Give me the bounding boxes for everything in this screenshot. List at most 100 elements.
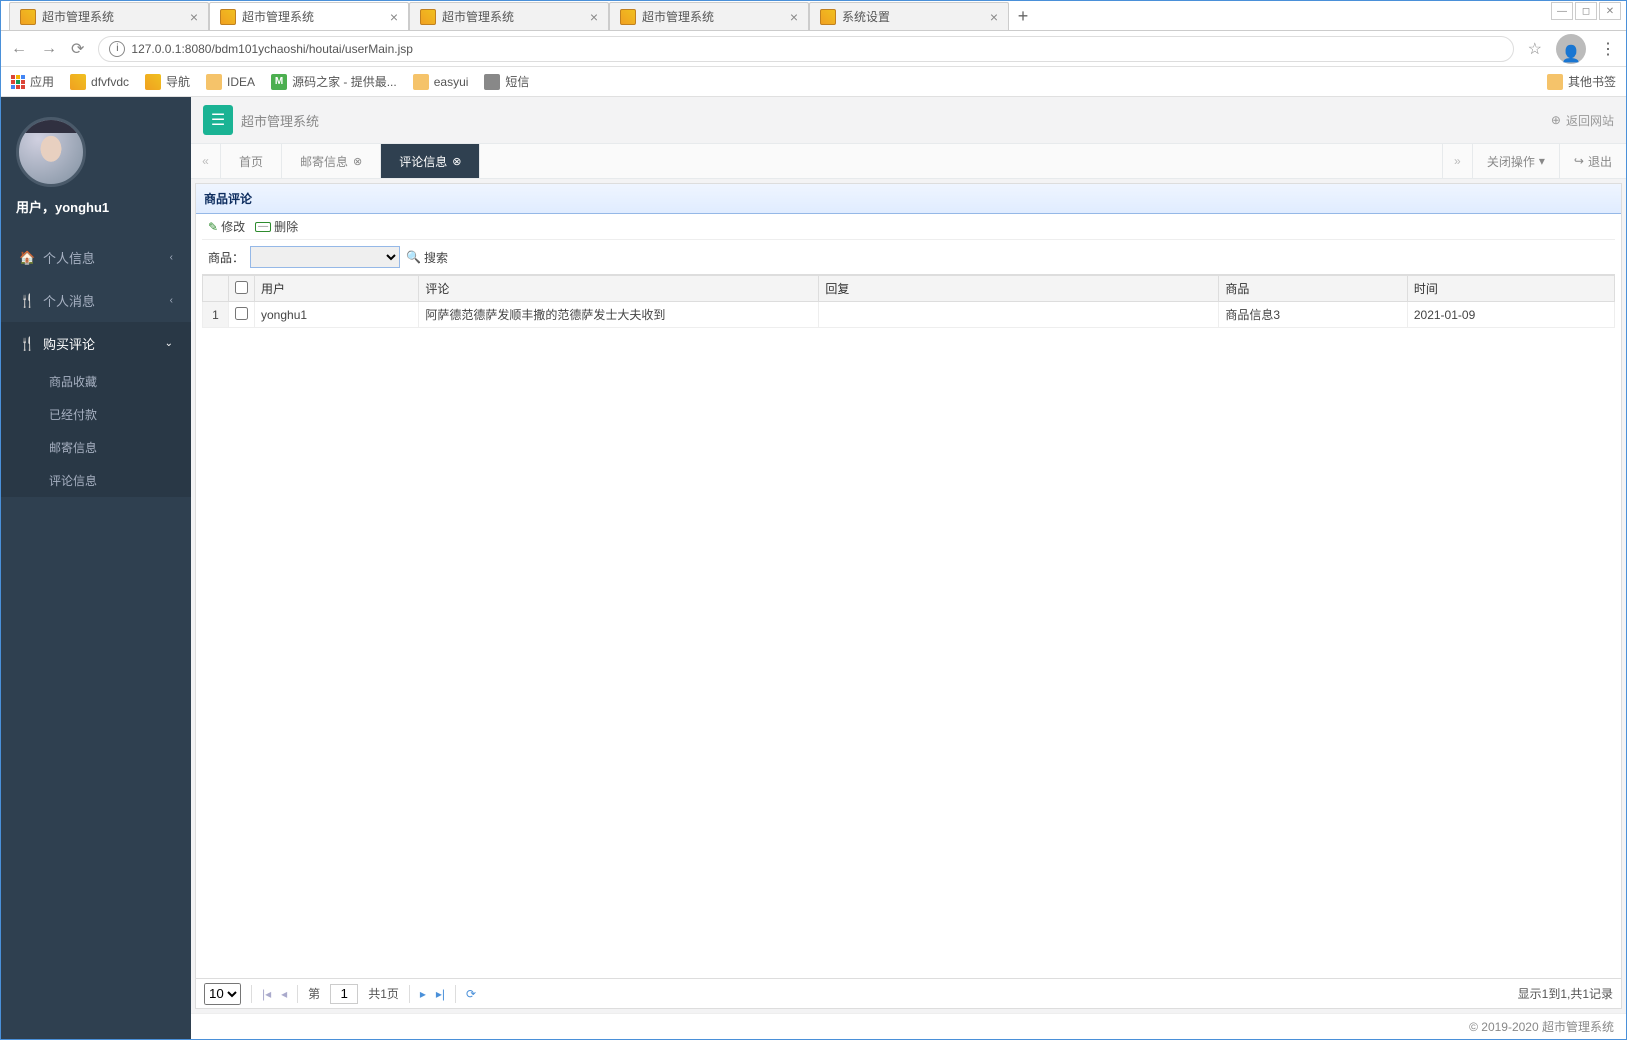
sidebar-toggle-button[interactable]: ☰ [203, 105, 233, 135]
content-tab-shipping[interactable]: 邮寄信息⊗ [282, 144, 381, 178]
close-ops-dropdown[interactable]: 关闭操作 ▾ [1472, 144, 1559, 178]
subnav-favorites[interactable]: 商品收藏 [1, 365, 191, 398]
pager-page-input[interactable] [330, 984, 358, 1004]
bookmark-item[interactable]: IDEA [206, 74, 255, 90]
col-comment[interactable]: 评论 [419, 276, 819, 302]
search-icon: 🔍 [406, 250, 421, 264]
bookmark-item[interactable]: 短信 [484, 73, 529, 90]
tab-scroll-left[interactable]: « [191, 144, 221, 178]
browser-tab[interactable]: 系统设置× [809, 2, 1009, 30]
other-bookmarks[interactable]: 其他书签 [1547, 73, 1616, 90]
apps-grid-icon [11, 75, 25, 89]
delete-button[interactable]: —删除 [255, 218, 298, 235]
pager-page-total: 共1页 [368, 985, 399, 1002]
bookmark-item[interactable]: easyui [413, 74, 469, 90]
cell-rownum: 1 [203, 302, 229, 328]
window-minimize[interactable]: — [1551, 2, 1573, 20]
cell-product: 商品信息3 [1219, 302, 1407, 328]
pager-prev[interactable]: ◂ [281, 987, 287, 1001]
tab-scroll-right[interactable]: » [1442, 144, 1472, 178]
globe-icon: ⊕ [1551, 113, 1561, 127]
col-product[interactable]: 商品 [1219, 276, 1407, 302]
bookmark-item[interactable]: M源码之家 - 提供最... [271, 73, 397, 90]
address-bar[interactable]: i 127.0.0.1:8080/bdm101ychaoshi/houtai/u… [98, 36, 1513, 62]
reload-button[interactable]: ⟳ [71, 39, 84, 59]
new-tab-button[interactable]: + [1009, 2, 1037, 30]
forward-button[interactable]: → [41, 40, 57, 58]
browser-tab[interactable]: 超市管理系统× [9, 2, 209, 30]
row-checkbox[interactable] [235, 307, 248, 320]
content-tab-home[interactable]: 首页 [221, 144, 282, 178]
col-time[interactable]: 时间 [1407, 276, 1614, 302]
product-combo[interactable] [250, 246, 400, 268]
browser-menu-icon[interactable]: ⋮ [1600, 39, 1616, 59]
tab-close-icon[interactable]: × [390, 9, 398, 25]
content-tab-comments[interactable]: 评论信息 ⊗ [381, 144, 480, 178]
tab-label: 评论信息 [399, 153, 447, 170]
pager-last[interactable]: ▸| [436, 987, 445, 1001]
footer-copyright: © 2019-2020 超市管理系统 [191, 1013, 1626, 1039]
select-all-checkbox[interactable] [235, 281, 248, 294]
nav-purchase-comments[interactable]: 🍴购买评论⌄ [1, 322, 191, 365]
tab-title: 超市管理系统 [442, 8, 584, 25]
col-user[interactable]: 用户 [255, 276, 419, 302]
bookmark-label: IDEA [227, 75, 255, 89]
tab-close-icon[interactable]: × [190, 9, 198, 25]
subnav-comments[interactable]: 评论信息 [1, 464, 191, 497]
subnav-label: 已经付款 [49, 406, 97, 423]
cutlery-icon: 🍴 [19, 336, 33, 352]
search-button[interactable]: 🔍搜索 [406, 249, 448, 266]
delete-label: 删除 [274, 218, 298, 235]
bookmark-item[interactable]: dfvfvdc [70, 74, 129, 90]
page-size-select[interactable]: 10 [204, 983, 241, 1005]
tab-close-icon[interactable]: ⊗ [452, 155, 461, 168]
favicon-icon [220, 9, 236, 25]
pager-next[interactable]: ▸ [420, 987, 426, 1001]
folder-icon [206, 74, 222, 90]
subnav-shipping[interactable]: 邮寄信息 [1, 431, 191, 464]
window-close[interactable]: ✕ [1599, 2, 1621, 20]
sidebar: 用户，yonghu1 🏠个人信息‹ 🍴个人消息‹ 🍴购买评论⌄ 商品收藏 已经付… [1, 97, 191, 1039]
col-reply[interactable]: 回复 [819, 276, 1219, 302]
table-row[interactable]: 1 yonghu1 阿萨德范德萨发顺丰撒的范德萨发士大夫收到 商品信息3 202… [203, 302, 1615, 328]
bookmark-label: dfvfvdc [91, 75, 129, 89]
edit-button[interactable]: ✎修改 [208, 218, 245, 235]
close-ops-label: 关闭操作 [1487, 153, 1535, 170]
bookmark-item[interactable]: 导航 [145, 73, 190, 90]
browser-tab-strip: 超市管理系统× 超市管理系统× 超市管理系统× 超市管理系统× 系统设置× + [1, 1, 1626, 31]
bookmark-icon [484, 74, 500, 90]
pager-first[interactable]: |◂ [262, 987, 271, 1001]
logout-button[interactable]: ↪退出 [1559, 144, 1626, 178]
cell-reply [819, 302, 1219, 328]
site-info-icon[interactable]: i [109, 41, 125, 57]
subnav-label: 商品收藏 [49, 373, 97, 390]
browser-tab[interactable]: 超市管理系统× [209, 2, 409, 30]
return-site-link[interactable]: ⊕返回网站 [1551, 112, 1614, 129]
user-avatar[interactable] [16, 117, 86, 187]
subnav-paid[interactable]: 已经付款 [1, 398, 191, 431]
chevron-down-icon: ⌄ [165, 338, 173, 349]
favicon-icon [20, 9, 36, 25]
bookmark-star-icon[interactable]: ☆ [1528, 39, 1542, 59]
folder-icon [1547, 74, 1563, 90]
home-icon: 🏠 [19, 250, 33, 266]
tab-close-icon[interactable]: × [990, 9, 998, 25]
apps-button[interactable]: 应用 [11, 73, 54, 90]
tab-close-icon[interactable]: × [590, 9, 598, 25]
pager-refresh[interactable]: ⟳ [466, 987, 476, 1001]
pager-page-prefix: 第 [308, 985, 320, 1002]
back-button[interactable]: ← [11, 40, 27, 58]
subnav-label: 评论信息 [49, 472, 97, 489]
browser-tab[interactable]: 超市管理系统× [609, 2, 809, 30]
window-maximize[interactable]: ◻ [1575, 2, 1597, 20]
nav-personal-info[interactable]: 🏠个人信息‹ [1, 236, 191, 279]
nav-personal-msg[interactable]: 🍴个人消息‹ [1, 279, 191, 322]
tab-close-icon[interactable]: ⊗ [353, 155, 362, 168]
favicon-icon [420, 9, 436, 25]
profile-avatar-icon[interactable]: 👤 [1556, 34, 1586, 64]
bookmark-label: easyui [434, 75, 469, 89]
subnav-label: 邮寄信息 [49, 439, 97, 456]
tab-close-icon[interactable]: × [790, 9, 798, 25]
browser-tab[interactable]: 超市管理系统 × [409, 2, 609, 30]
caret-down-icon: ▾ [1539, 154, 1545, 168]
